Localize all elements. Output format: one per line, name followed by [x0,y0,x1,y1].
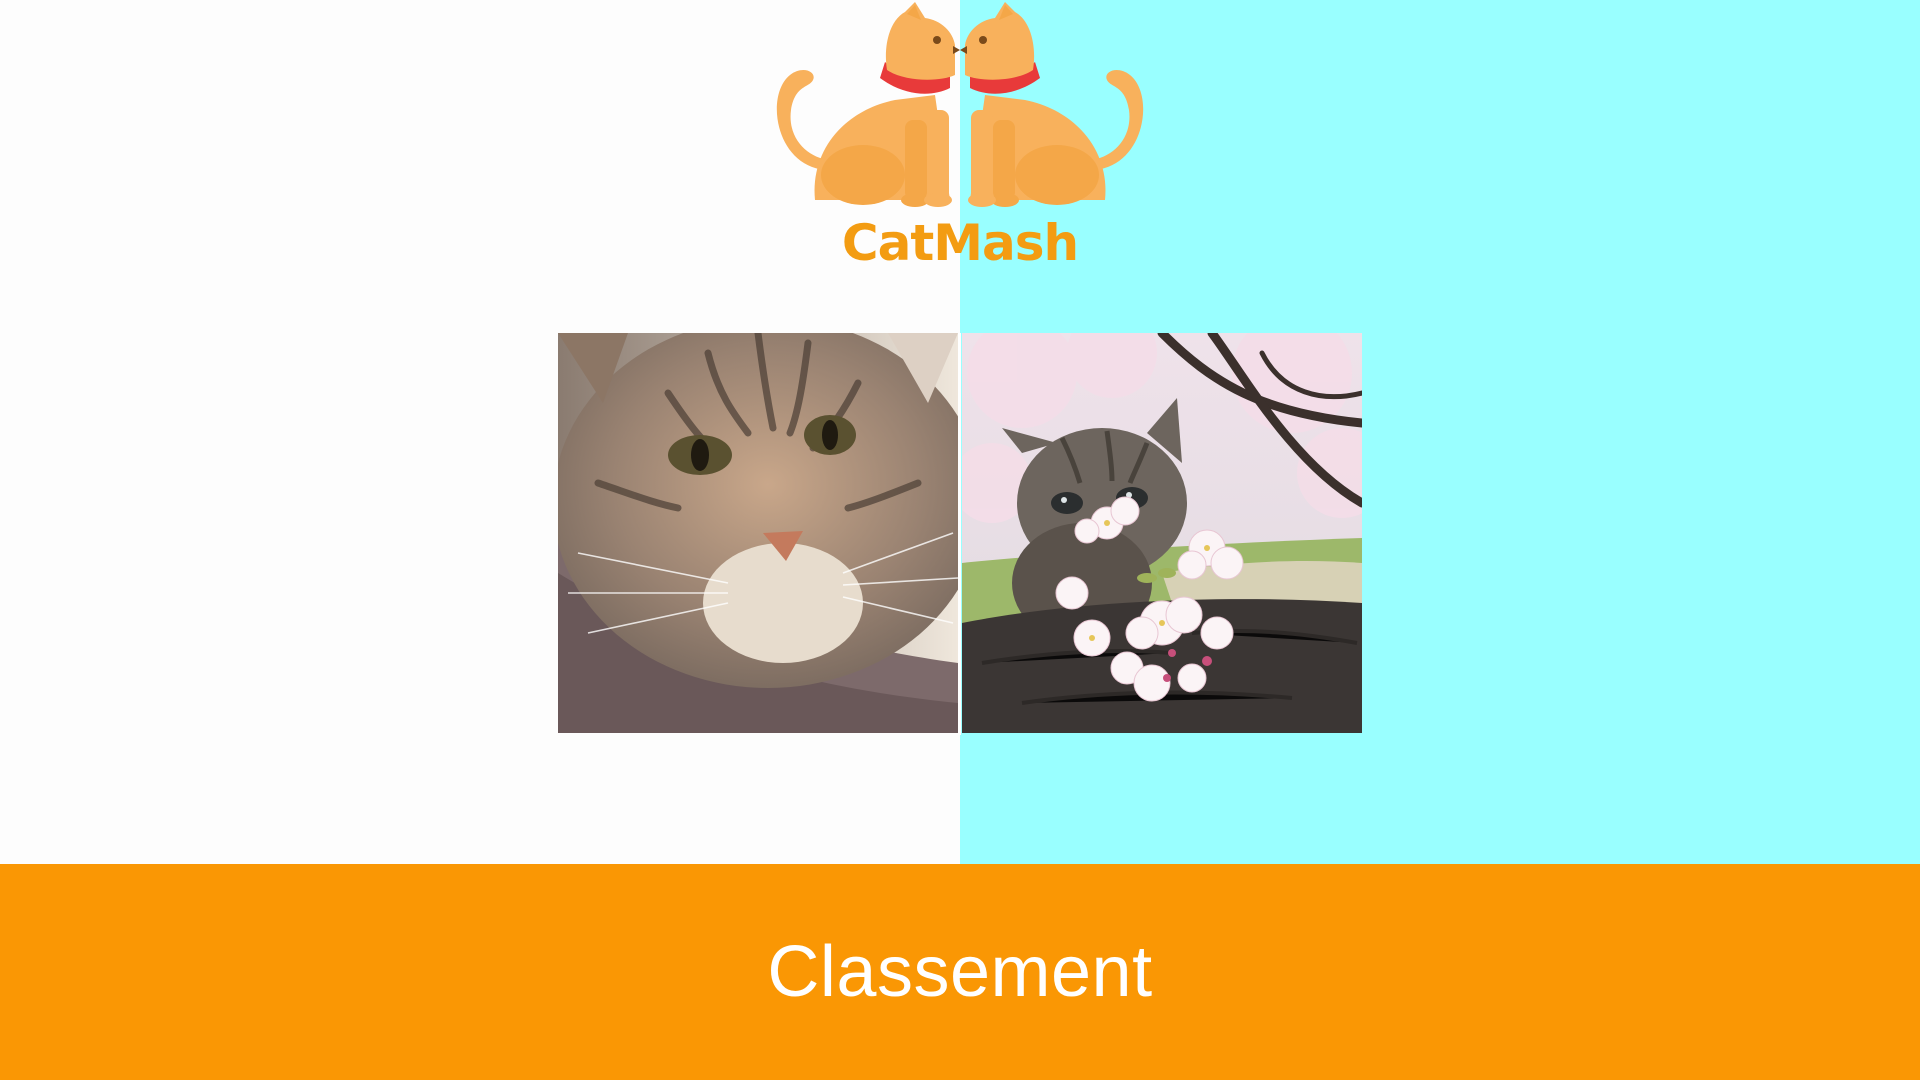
vote-left-cat-button[interactable] [558,333,958,733]
cat-logo-left-icon [776,2,960,207]
ranking-button[interactable]: Classement [0,864,1920,1080]
ranking-button-label: Classement [767,932,1153,1012]
kitten-with-cherry-blossoms-photo [962,333,1362,733]
vote-right-cat-button[interactable] [962,333,1362,733]
tabby-cat-closeup-photo [558,333,958,733]
twin-cats-logo-icon [755,0,1165,210]
cat-logo-right-icon [960,2,1144,207]
panel-divider [958,333,961,735]
brand-title: CatMash [841,214,1079,272]
catmash-page: CatMash Classement [0,0,1920,1080]
